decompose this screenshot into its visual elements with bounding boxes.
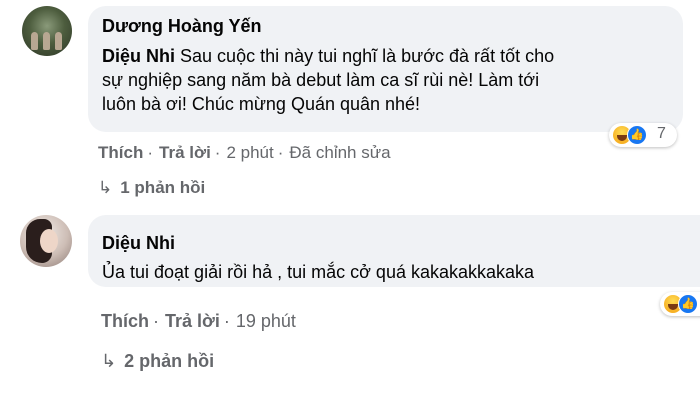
timestamp[interactable]: 2 phút [226, 143, 273, 162]
comment-actions: Thích · Trả lời · 19 phút [101, 311, 296, 331]
view-replies[interactable]: ↳ 2 phản hồi [101, 351, 214, 372]
reply-arrow-icon: ↳ [101, 351, 117, 371]
avatar[interactable] [20, 215, 72, 267]
reaction-count: 7 [657, 125, 666, 142]
comment-text: Ủa tui đoạt giải rồi hả , tui mắc cở quá… [102, 262, 535, 282]
reply-link[interactable]: Trả lời [159, 143, 211, 162]
comment-author[interactable]: Dương Hoàng Yến [102, 16, 262, 37]
mention-tag[interactable]: Diệu Nhi [102, 46, 175, 66]
comment-bubble: Diệu Nhi Ủa tui đoạt giải rồi hả , tui m… [88, 215, 700, 287]
like-link[interactable]: Thích [98, 143, 143, 162]
reply-link[interactable]: Trả lời [165, 311, 220, 331]
timestamp[interactable]: 19 phút [236, 311, 296, 331]
like-link[interactable]: Thích [101, 311, 149, 331]
like-icon: 👍 [627, 125, 647, 145]
edited-label[interactable]: Đã chỉnh sửa [289, 143, 390, 162]
comment-actions: Thích · Trả lời · 2 phút · Đã chỉnh sửa [98, 143, 391, 162]
like-icon: 👍 [678, 294, 698, 314]
reaction-summary[interactable]: 👍 7 [609, 123, 677, 147]
comment-bubble: Dương Hoàng Yến Diệu Nhi Sau cuộc thi nà… [88, 6, 683, 132]
comment-text: Diệu Nhi Sau cuộc thi này tui nghĩ là bư… [102, 46, 555, 114]
comment-author[interactable]: Diệu Nhi [102, 233, 175, 254]
reaction-summary[interactable]: 👍 [660, 292, 700, 316]
view-replies[interactable]: ↳ 1 phản hồi [98, 178, 205, 198]
avatar[interactable] [22, 6, 72, 56]
reply-arrow-icon: ↳ [98, 178, 113, 197]
